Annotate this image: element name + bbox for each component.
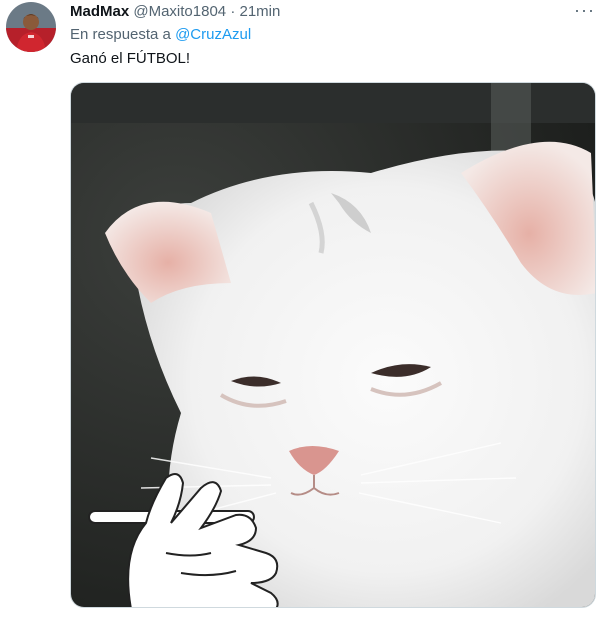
tweet-text: Ganó el FÚTBOL! xyxy=(70,50,191,67)
display-name[interactable]: MadMax xyxy=(70,3,129,20)
avatar-image xyxy=(6,2,56,52)
timestamp[interactable]: 21min xyxy=(239,3,280,20)
reply-context: En respuesta a @CruzAzul xyxy=(70,26,251,44)
reply-prefix: En respuesta a xyxy=(70,26,171,43)
avatar[interactable] xyxy=(6,2,56,52)
more-options-icon[interactable]: ··· xyxy=(574,0,595,21)
tweet: MadMax @Maxito1804 · 21min ··· En respue… xyxy=(0,0,609,620)
reply-mention-link[interactable]: @CruzAzul xyxy=(175,26,251,43)
tweet-header: MadMax @Maxito1804 · 21min xyxy=(70,3,280,21)
meme-image xyxy=(71,83,595,607)
separator: · xyxy=(230,3,236,20)
user-handle[interactable]: @Maxito1804 xyxy=(133,3,226,20)
tweet-media[interactable] xyxy=(70,82,596,608)
